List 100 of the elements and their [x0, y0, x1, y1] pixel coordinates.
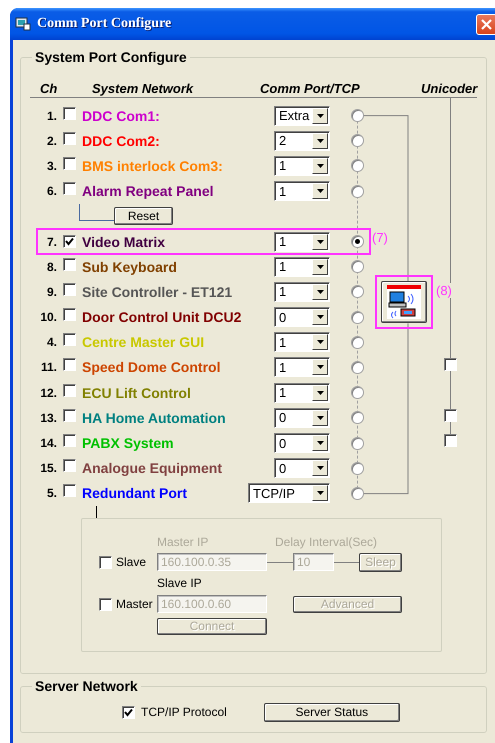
channel-number: 2. [46, 134, 58, 148]
column-header: System Network [92, 81, 194, 96]
system-name: DDC Com2: [81, 132, 161, 149]
radio-button[interactable] [351, 486, 364, 500]
callout-label: (8) [436, 283, 452, 298]
channel-number: 12. [40, 386, 58, 400]
comm-port-dropdown[interactable]: Extra [274, 106, 330, 126]
checkbox[interactable] [63, 333, 76, 346]
comm-port-dropdown[interactable]: 1 [274, 181, 330, 202]
channel-number: 11. [40, 360, 58, 374]
radio-button[interactable] [351, 310, 364, 324]
caret-icon [316, 365, 324, 370]
channel-number: 10. [40, 310, 58, 324]
system-name: DDC Com1: [81, 108, 161, 124]
checkbox[interactable] [63, 282, 76, 296]
caret-icon [316, 189, 324, 194]
caret-icon [316, 340, 324, 344]
comm-port-dropdown[interactable]: 0 [274, 408, 330, 428]
comm-port-dropdown[interactable]: 2 [274, 130, 330, 151]
checkbox[interactable] [99, 556, 112, 568]
comm-port-dropdown[interactable]: 0 [274, 307, 330, 328]
radio-button[interactable] [351, 462, 364, 475]
channel-number: 4. [46, 335, 58, 350]
column-header: Ch [40, 81, 58, 96]
caret-icon [316, 416, 324, 420]
comm-port-dropdown[interactable]: 1 [274, 357, 330, 378]
system-name: Alarm Repeat Panel [81, 183, 214, 200]
caret-icon [316, 264, 324, 269]
radio-button[interactable] [351, 411, 364, 424]
window-title: Comm Port Configure [37, 16, 172, 32]
device-button[interactable] [381, 281, 427, 324]
comm-port-dropdown[interactable]: 1 [274, 156, 330, 176]
comm-port-dropdown[interactable]: 1 [274, 232, 330, 252]
caret-icon [316, 164, 324, 168]
caret-icon [316, 138, 324, 143]
checkbox[interactable] [63, 434, 76, 448]
system-name: Video Matrix [81, 234, 166, 250]
caret-icon [316, 441, 324, 446]
channel-number: 3. [46, 158, 58, 173]
caret-icon [316, 390, 324, 395]
reset-button[interactable]: Reset [114, 206, 173, 225]
system-name: PABX System [81, 435, 175, 452]
checkbox[interactable] [63, 384, 76, 397]
checkbox-label: TCP/IP Protocol [140, 705, 227, 719]
comm-port-dropdown[interactable]: 0 [274, 433, 330, 454]
checkbox[interactable] [444, 358, 457, 372]
checkbox[interactable] [122, 706, 135, 718]
radio-button[interactable] [351, 109, 364, 122]
close-icon [481, 18, 492, 30]
system-name: HA Home Automation [81, 410, 227, 426]
checkbox[interactable] [63, 459, 76, 472]
checkbox[interactable] [63, 308, 76, 322]
server-status-button[interactable]: Server Status [264, 702, 400, 722]
column-header: Comm Port/TCP [260, 81, 361, 96]
radio-button[interactable] [351, 436, 364, 450]
channel-number: 1. [46, 108, 58, 123]
radio-button[interactable] [351, 336, 364, 349]
channel-number: 8. [46, 260, 58, 274]
checkbox[interactable] [63, 132, 76, 145]
radio-button[interactable] [351, 159, 364, 172]
system-name: Speed Dome Control [81, 359, 222, 376]
caret-icon [316, 240, 324, 244]
column-header: Unicoder [421, 81, 479, 96]
group-title: Server Network [34, 678, 139, 694]
comm-port-dropdown[interactable]: 1 [274, 282, 330, 302]
system-name: Door Control Unit DCU2 [81, 309, 242, 326]
checkbox[interactable] [63, 484, 76, 498]
checkbox[interactable] [444, 408, 457, 422]
checkbox[interactable] [63, 156, 76, 170]
channel-number: 7. [46, 234, 58, 249]
radio-button[interactable] [351, 360, 364, 374]
radio-button[interactable] [351, 386, 364, 400]
radio-button[interactable] [351, 285, 364, 298]
comm-port-dropdown[interactable]: 1 [274, 332, 330, 352]
caret-icon [316, 315, 324, 320]
field-label: Delay Interval(Sec) [274, 535, 378, 549]
radio-button[interactable] [351, 184, 364, 198]
comm-port-dropdown[interactable]: TCP/IP [248, 483, 330, 504]
channel-number: 5. [46, 486, 58, 500]
comm-port-dropdown[interactable]: 1 [274, 256, 330, 277]
checkbox[interactable] [63, 182, 76, 196]
close-button[interactable] [476, 14, 495, 34]
checkbox[interactable] [99, 598, 112, 610]
checkbox[interactable] [63, 408, 76, 422]
radio-button[interactable] [351, 260, 364, 274]
field-label: Master IP [157, 535, 210, 549]
checkbox[interactable] [63, 106, 76, 120]
callout-label: (7) [372, 230, 389, 245]
system-name: Sub Keyboard [81, 258, 178, 275]
comm-port-dropdown[interactable]: 0 [274, 458, 330, 478]
checkbox[interactable] [63, 258, 76, 271]
radio-button[interactable] [351, 235, 364, 248]
checkbox-label: Master [116, 597, 153, 611]
radio-button[interactable] [351, 134, 364, 148]
checkbox[interactable] [63, 358, 76, 372]
checkbox[interactable] [63, 234, 76, 248]
channel-number: 13. [40, 410, 58, 425]
checkbox[interactable] [444, 434, 457, 448]
comm-port-dropdown[interactable]: 1 [274, 382, 330, 403]
computer-network-icon [387, 285, 421, 320]
